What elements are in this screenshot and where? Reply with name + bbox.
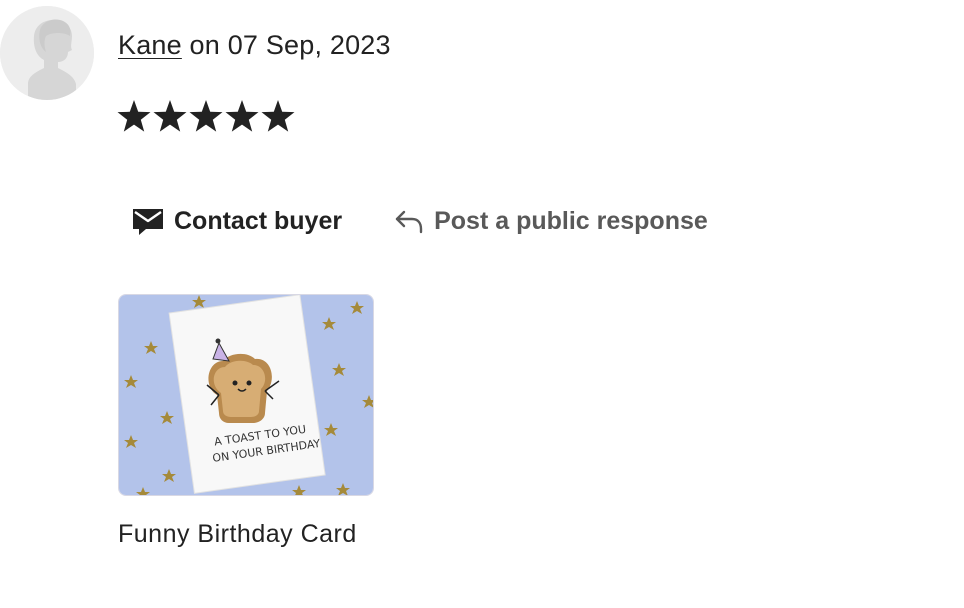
review-card: Kane on 07 Sep, 2023 Contact buyer Post …: [0, 0, 964, 608]
post-public-response-label: Post a public response: [434, 206, 708, 235]
star-icon: [153, 100, 187, 132]
listing-thumbnail[interactable]: A TOAST TO YOU ON YOUR BIRTHDAY: [118, 294, 374, 496]
review-byline: Kane on 07 Sep, 2023: [118, 30, 391, 61]
contact-buyer-label: Contact buyer: [174, 206, 343, 235]
star-icon: [189, 100, 223, 132]
listing-title-link[interactable]: Funny Birthday Card: [118, 520, 357, 549]
avatar[interactable]: [0, 6, 94, 100]
envelope-icon: [132, 206, 164, 236]
review-actions: Contact buyer Post a public response: [118, 198, 708, 244]
post-public-response-button[interactable]: Post a public response: [380, 203, 708, 240]
person-silhouette-icon: [0, 6, 94, 100]
star-icon: [261, 100, 295, 132]
star-icon: [225, 100, 259, 132]
contact-buyer-button[interactable]: Contact buyer: [118, 202, 342, 240]
star-rating: [116, 96, 296, 138]
reviewer-name-link[interactable]: Kane: [118, 30, 182, 60]
reply-arrow-icon: [394, 208, 424, 234]
review-date: on 07 Sep, 2023: [181, 30, 391, 60]
star-icon: [117, 100, 151, 132]
